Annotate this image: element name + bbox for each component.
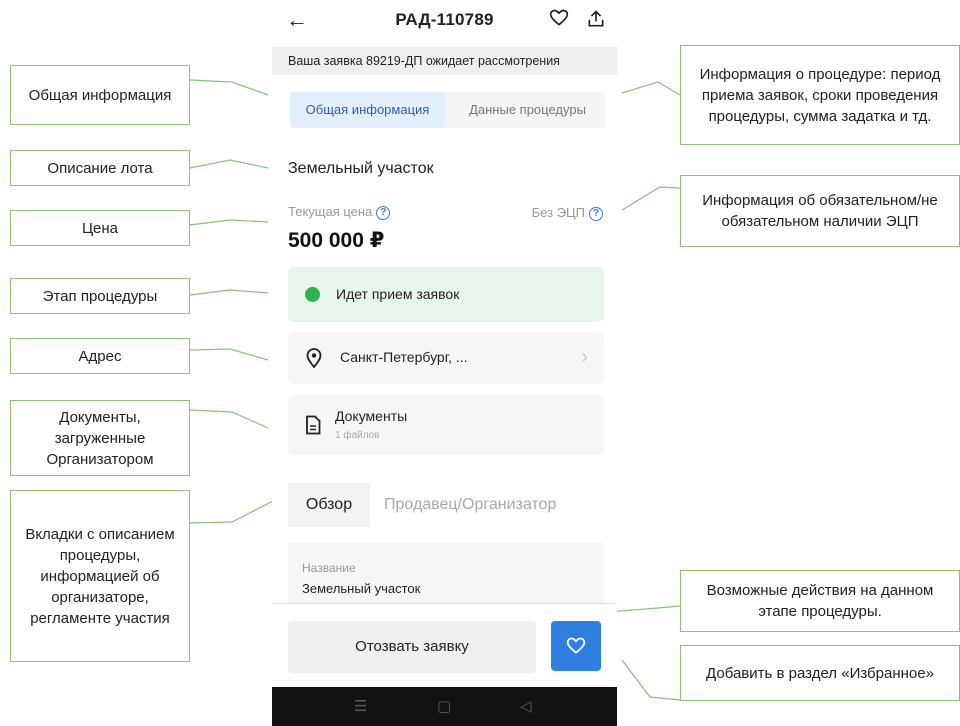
- menu-icon[interactable]: ☰: [354, 697, 367, 715]
- help-icon[interactable]: ?: [376, 206, 391, 220]
- top-app-bar: ← РАД-110789: [272, 0, 617, 46]
- annotation-price: Цена: [10, 210, 190, 246]
- annotation-address: Адрес: [10, 338, 190, 374]
- ecp-label-text: Без ЭЦП: [531, 205, 585, 220]
- annotation-ecp-info: Информация об обязательном/не обязательн…: [680, 175, 960, 247]
- documents-card[interactable]: Документы 1 файлов: [288, 395, 604, 455]
- tab-seller-organizer[interactable]: Продавец/Организатор: [384, 483, 556, 527]
- heart-icon: [566, 637, 586, 654]
- overview-tabs: Обзор Продавец/Организатор: [288, 483, 604, 527]
- current-price-label: Текущая цена?: [288, 204, 391, 220]
- stage-text: Идет прием заявок: [336, 286, 460, 302]
- bottom-action-bar: Отозвать заявку: [272, 603, 617, 687]
- annotation-stage: Этап процедуры: [10, 278, 190, 314]
- lot-name: Земельный участок: [288, 160, 434, 177]
- documents-count: 1 файлов: [335, 430, 380, 441]
- address-card[interactable]: Санкт-Петербург, ... ›: [288, 332, 604, 384]
- documents-title: Документы: [335, 408, 408, 424]
- overview-name-field: Название Земельный участок: [288, 543, 604, 605]
- annotation-documents: Документы, загруженные Организатором: [10, 400, 190, 476]
- chevron-right-icon: ›: [581, 346, 588, 368]
- overview-name-value: Земельный участок: [302, 581, 421, 596]
- tab-general-info[interactable]: Общая информация: [290, 92, 445, 128]
- heart-icon[interactable]: [549, 8, 569, 28]
- back-icon[interactable]: ◁: [520, 697, 532, 715]
- ecp-label: Без ЭЦП?: [532, 205, 603, 221]
- annotation-favorites: Добавить в раздел «Избранное»: [680, 645, 960, 701]
- price-value: 500 000 ₽: [288, 229, 385, 252]
- phone-screen: ← РАД-110789 Ваша заявка 89219-ДП ожидае…: [272, 0, 617, 726]
- annotation-lot-description: Описание лота: [10, 150, 190, 186]
- address-text: Санкт-Петербург, ...: [340, 349, 468, 365]
- annotation-tabs: Вкладки с описанием процедуры, информаци…: [10, 490, 190, 662]
- share-icon[interactable]: [586, 8, 606, 30]
- current-price-label-text: Текущая цена: [288, 204, 373, 219]
- annotation-general-info: Общая информация: [10, 65, 190, 125]
- withdraw-application-button[interactable]: Отозвать заявку: [288, 621, 536, 673]
- info-tabs: Общая информация Данные процедуры: [290, 92, 605, 128]
- document-icon: [306, 415, 321, 435]
- help-icon[interactable]: ?: [589, 207, 603, 221]
- annotation-actions: Возможные действия на данном этапе проце…: [680, 570, 960, 632]
- overview-name-label: Название: [302, 561, 356, 575]
- home-icon[interactable]: ▢: [437, 697, 451, 715]
- annotation-procedure-info: Информация о процедуре: период приема за…: [680, 45, 960, 145]
- tab-procedure-data[interactable]: Данные процедуры: [450, 92, 605, 128]
- application-status-banner: Ваша заявка 89219-ДП ожидает рассмотрени…: [272, 47, 617, 75]
- status-dot-icon: [305, 287, 320, 302]
- system-navigation-bar: ☰ ▢ ◁: [272, 687, 617, 726]
- add-to-favorites-button[interactable]: [551, 621, 601, 671]
- stage-card: Идет прием заявок: [288, 267, 604, 322]
- location-pin-icon: [306, 348, 322, 368]
- tab-overview[interactable]: Обзор: [288, 483, 370, 527]
